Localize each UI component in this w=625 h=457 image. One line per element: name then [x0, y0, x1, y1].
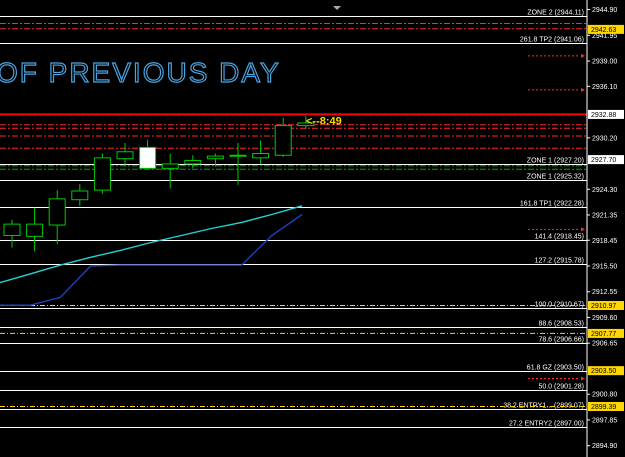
level-label: ZONE 2 (2944.11): [527, 10, 584, 17]
bar-timer: <--8:49: [306, 116, 342, 128]
candle-body[interactable]: [3, 223, 21, 236]
axis-tick-label: 2930.20: [592, 135, 617, 142]
level-label: 50.0 (2901.28): [538, 384, 584, 391]
candle-body[interactable]: [71, 190, 89, 201]
price-tag-label: 2910.97: [591, 303, 616, 310]
level-label: 141.4 (2918.45): [535, 234, 584, 241]
candle-body[interactable]: [161, 163, 179, 169]
level-label: ZONE 1 (2925.32): [527, 174, 584, 181]
level-label: 161.8 TP1 (2922.28): [520, 201, 584, 208]
price-tag-label: 2932.88: [591, 112, 616, 119]
price-tag-label: 2907.77: [591, 331, 616, 338]
axis-tick-label: 2939.00: [592, 59, 617, 66]
price-tag-label: 2927.70: [591, 157, 616, 164]
red-arrow-icon: [581, 87, 585, 92]
axis-tick-label: 2924.30: [592, 187, 617, 194]
red-arrow-icon: [581, 53, 585, 58]
candle-body[interactable]: [206, 155, 224, 160]
candle-body[interactable]: [93, 157, 111, 191]
level-label: 27.2 ENTRY2 (2897.00): [509, 421, 584, 428]
chart-canvas[interactable]: ZONE 2 (2944.11) 261.8 TP2 (2941.06) ZONE …: [0, 0, 625, 457]
price-tag-label: 2942.63: [591, 27, 616, 34]
candle-body[interactable]: [26, 223, 44, 237]
scroll-marker-icon: [333, 6, 341, 10]
axis-tick-label: 2915.50: [592, 264, 617, 271]
level-label: 261.8 TP2 (2941.06): [520, 37, 584, 44]
axis-tick-label: 2906.65: [592, 341, 617, 348]
watermark-text: OF PREVIOUS DAY: [0, 57, 281, 88]
axis-tick-label: 2912.55: [592, 289, 617, 296]
price-tag-label: 2899.39: [591, 404, 616, 411]
level-label: 88.6 (2908.53): [538, 321, 584, 328]
axis-tick-label: 2909.60: [592, 315, 617, 322]
red-arrow-icon: [581, 227, 585, 232]
price-tag-label: 2903.50: [591, 368, 616, 375]
red-arrow-icon: [581, 376, 585, 381]
axis-tick-label: 2918.45: [592, 238, 617, 245]
candle-body[interactable]: [252, 152, 270, 159]
price-chart[interactable]: ZONE 2 (2944.11) 261.8 TP2 (2941.06) ZONE …: [0, 0, 625, 457]
level-label: 127.2 (2915.78): [535, 258, 584, 265]
axis-tick-label: 2921.35: [592, 212, 617, 219]
candle-body[interactable]: [274, 125, 292, 156]
level-label: 38.2 ENTRY1... (2899.07): [503, 403, 584, 410]
candle-body[interactable]: [48, 198, 66, 226]
axis-tick-label: 2894.90: [592, 443, 617, 450]
axis-tick-label: 2944.90: [592, 7, 617, 14]
moving-average-cyan: [0, 205, 303, 284]
level-label: 78.6 (2906.66): [538, 337, 584, 344]
axis-tick-label: 2900.80: [592, 392, 617, 399]
level-label: ZONE 1 (2927.20): [527, 158, 584, 165]
level-label: 100.0 (2910.67): [535, 302, 584, 309]
axis-tick-label: 2936.10: [592, 84, 617, 91]
candle-body[interactable]: [139, 146, 157, 169]
level-label: 61.8 GZ (2903.50): [527, 365, 584, 372]
axis-tick-label: 2897.85: [592, 417, 617, 424]
moving-average-blue: [0, 213, 303, 306]
candle-body[interactable]: [184, 159, 202, 165]
candle-body[interactable]: [116, 151, 134, 160]
candle-body[interactable]: [229, 154, 247, 157]
